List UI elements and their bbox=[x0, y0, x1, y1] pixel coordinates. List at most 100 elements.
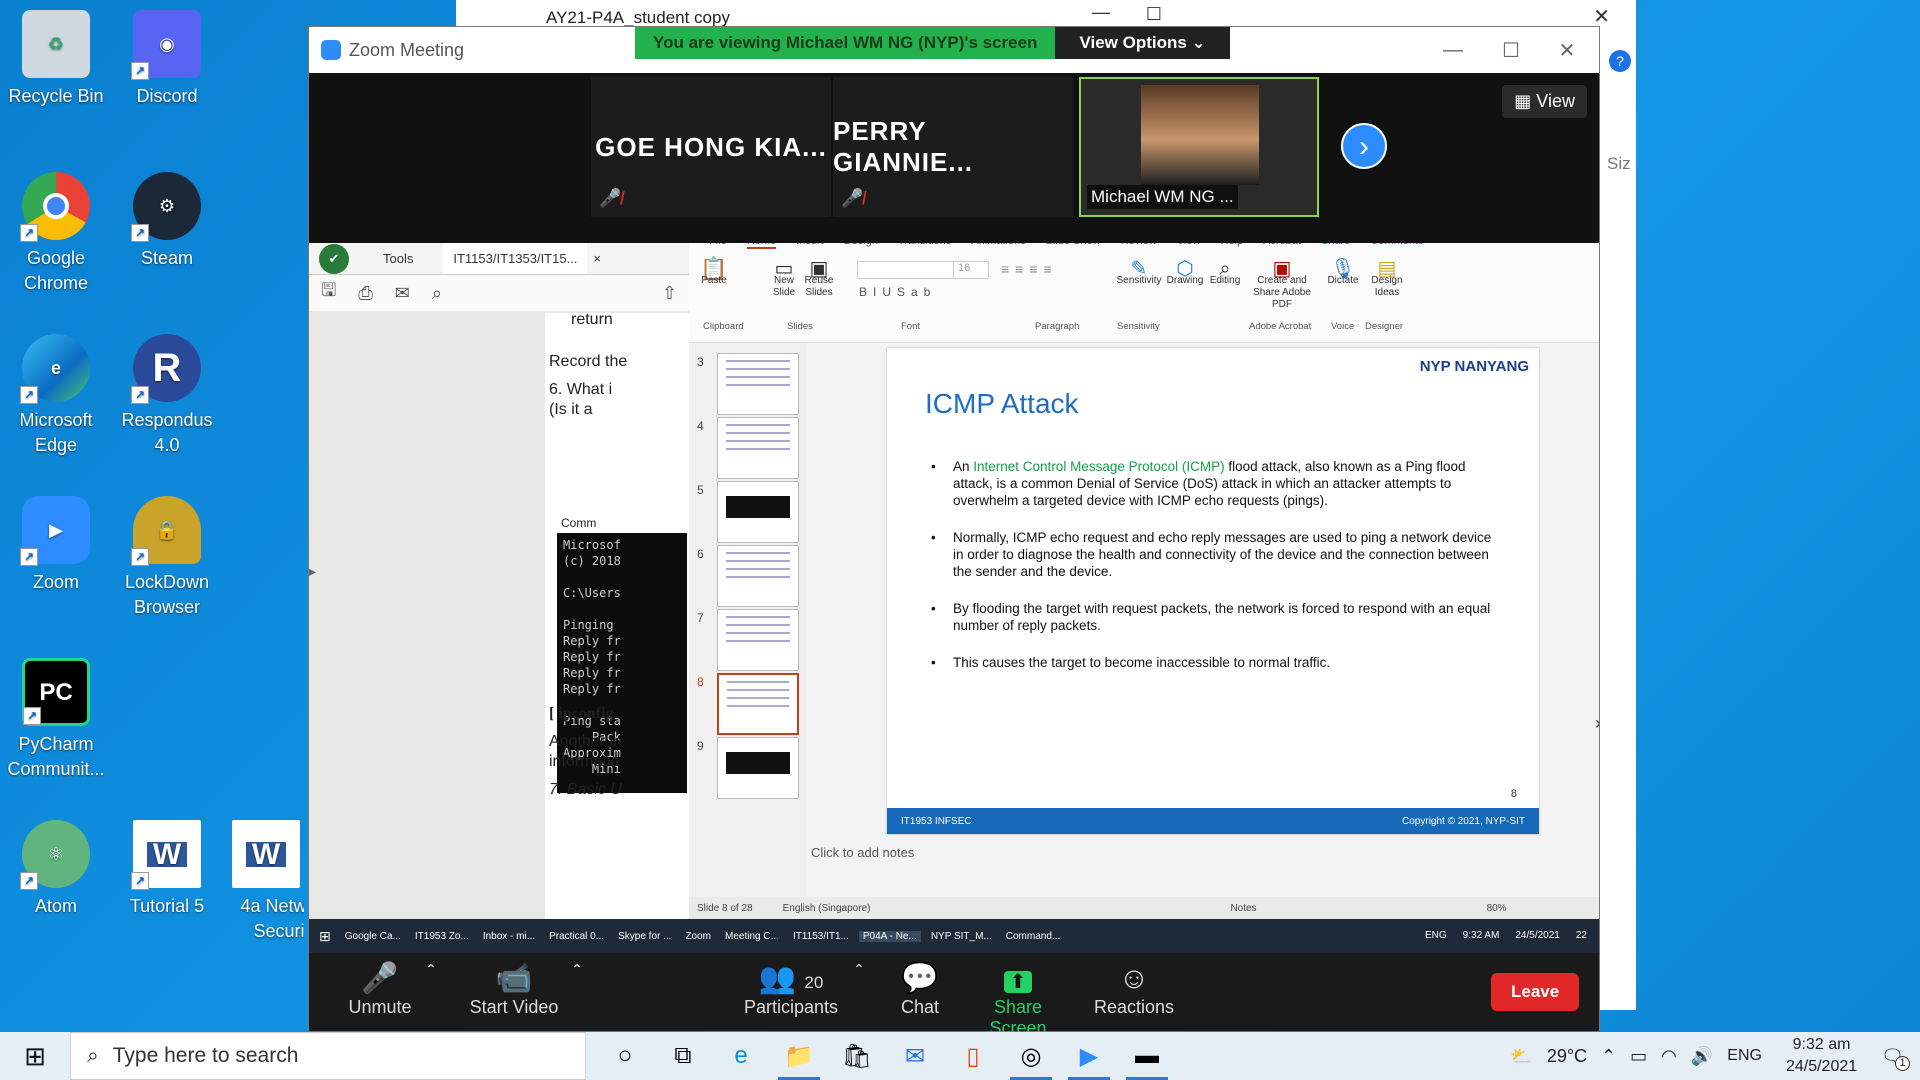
sensitivity-button[interactable]: ✎ Sensitivity bbox=[1115, 259, 1163, 287]
ribbon-tab[interactable]: Insert bbox=[796, 243, 824, 249]
desktop-icon-lockdown[interactable]: 🔒 ↗ LockDown Browser bbox=[117, 496, 217, 620]
background-minimize-icon[interactable]: — bbox=[1092, 2, 1110, 23]
chevron-up-icon[interactable]: ⌃ bbox=[1601, 1046, 1616, 1067]
slide-thumbnail[interactable] bbox=[717, 609, 799, 671]
tab-document[interactable]: IT1153/IT1353/IT15... bbox=[443, 243, 588, 274]
desktop-icon-steam[interactable]: ⚙ ↗ Steam bbox=[117, 172, 217, 271]
zoom-level[interactable]: 80% bbox=[1487, 903, 1507, 914]
task-view-icon[interactable]: ⧉ bbox=[654, 1032, 712, 1080]
paste-button[interactable]: 📋 Paste bbox=[697, 258, 731, 287]
font-size-field[interactable]: 16 bbox=[953, 261, 989, 279]
chat-button[interactable]: 💬 Chat bbox=[875, 961, 965, 1018]
next-participants-button[interactable]: › bbox=[1341, 123, 1387, 169]
upload-icon[interactable]: ⇧ bbox=[662, 283, 677, 304]
desktop-icon-atom[interactable]: ⚛ ↗ Atom bbox=[6, 820, 106, 919]
slide-bullets[interactable]: An Internet Control Message Protocol (IC… bbox=[931, 458, 1495, 691]
clock[interactable]: 9:32 am 24/5/2021 bbox=[1776, 1034, 1867, 1078]
ribbon-tab[interactable]: Acrobat bbox=[1263, 243, 1301, 249]
mail-icon[interactable]: ✉ bbox=[886, 1032, 944, 1080]
create-adobe-pdf-button[interactable]: ▣ Create and Share Adobe PDF bbox=[1245, 259, 1319, 311]
tab-close-icon[interactable]: × bbox=[587, 251, 607, 266]
notes-placeholder[interactable]: Click to add notes bbox=[811, 845, 914, 860]
slide-thumbnail[interactable] bbox=[717, 481, 799, 543]
desktop-icon-edge[interactable]: e ↗ Microsoft Edge bbox=[6, 334, 106, 458]
slide-thumbnail[interactable] bbox=[717, 673, 799, 735]
view-button[interactable]: ▦ View bbox=[1502, 85, 1587, 118]
battery-icon[interactable]: ▭ bbox=[1630, 1046, 1647, 1067]
tab-tools[interactable]: Tools bbox=[363, 251, 443, 266]
print-icon[interactable]: ⎙ bbox=[358, 283, 372, 304]
search-box[interactable]: ⌕ Type here to search bbox=[70, 1032, 586, 1080]
ribbon-tab[interactable]: File bbox=[709, 243, 727, 249]
paragraph-buttons[interactable]: ≡≡≡≡ bbox=[1001, 261, 1058, 277]
audio-options-chevron-icon[interactable]: ⌃ bbox=[421, 961, 441, 978]
cortana-icon[interactable]: ○ bbox=[596, 1032, 654, 1080]
save-icon[interactable]: 🖫 bbox=[321, 278, 336, 308]
drawing-button[interactable]: ⬡ Drawing bbox=[1165, 259, 1205, 287]
notifications-icon[interactable]: 🗨 1 bbox=[1881, 1046, 1910, 1071]
ribbon-tab[interactable]: Comments bbox=[1370, 243, 1423, 249]
desktop-icon-network-security[interactable]: W 4a Network Security bbox=[228, 820, 304, 944]
chrome-icon[interactable]: ◎ bbox=[1002, 1032, 1060, 1080]
language-indicator[interactable]: ENG bbox=[1727, 1047, 1762, 1065]
chevron-right-icon[interactable]: › bbox=[1595, 713, 1599, 734]
ribbon-tab[interactable]: Transitions bbox=[898, 243, 951, 249]
slide-thumbnail[interactable] bbox=[717, 737, 799, 799]
unmute-button[interactable]: 🎤 Unmute bbox=[335, 961, 425, 1018]
weather-temperature[interactable]: 29°C bbox=[1547, 1046, 1587, 1067]
ribbon-tab[interactable]: Review bbox=[1121, 243, 1157, 249]
design-ideas-button[interactable]: ▤ Design Ideas bbox=[1367, 259, 1407, 299]
dictate-button[interactable]: 🎙 Dictate bbox=[1323, 259, 1363, 287]
command-prompt-icon[interactable]: ▬ bbox=[1118, 1032, 1176, 1080]
editing-button[interactable]: ⌕ Editing bbox=[1205, 259, 1245, 287]
participants-button[interactable]: 👥 20 Participants bbox=[733, 961, 849, 1018]
collapse-panel-icon[interactable]: ▸ bbox=[309, 563, 316, 580]
share-screen-button[interactable]: ⬆ Share Screen bbox=[963, 961, 1073, 1039]
participant-tile[interactable]: PERRY GIANNIE... 🎤̸ bbox=[833, 77, 1073, 217]
desktop-icon-zoom[interactable]: ▶ ↗ Zoom bbox=[6, 496, 106, 595]
notes-button[interactable]: Notes bbox=[1230, 903, 1256, 914]
store-icon[interactable]: 🛍 bbox=[828, 1032, 886, 1080]
start-video-button[interactable]: 📹 Start Video bbox=[459, 961, 569, 1018]
view-options-button[interactable]: View Options ⌄ bbox=[1055, 27, 1230, 59]
slide-thumbnail[interactable] bbox=[717, 545, 799, 607]
search-icon[interactable]: ⌕ bbox=[432, 283, 442, 304]
ribbon-tab[interactable]: View bbox=[1177, 243, 1201, 249]
participant-tile[interactable]: GOE HONG KIA... 🎤̸ bbox=[591, 77, 831, 217]
desktop-icon-discord[interactable]: ◉ ↗ Discord bbox=[117, 10, 217, 109]
desktop-icon-respondus[interactable]: R ↗ Respondus 4.0 bbox=[117, 334, 217, 458]
help-icon[interactable]: ? bbox=[1609, 50, 1631, 72]
participant-tile-active-speaker[interactable]: Michael WM NG ... bbox=[1079, 77, 1319, 217]
ribbon-tab[interactable]: Design bbox=[844, 243, 878, 249]
email-icon[interactable]: ✉ bbox=[395, 283, 410, 304]
windows-start-icon[interactable]: ⊞ bbox=[0, 1032, 70, 1080]
ribbon-tab[interactable]: Share bbox=[1321, 243, 1350, 249]
ribbon-tab[interactable]: Slide Show bbox=[1046, 243, 1101, 249]
desktop-icon-chrome[interactable]: ↗ Google Chrome bbox=[6, 172, 106, 296]
zoom-icon[interactable]: ▶ bbox=[1060, 1032, 1118, 1080]
leave-button[interactable]: Leave bbox=[1491, 973, 1580, 1011]
close-icon[interactable]: ✕ bbox=[1539, 27, 1595, 73]
minimize-icon[interactable]: — bbox=[1425, 27, 1481, 73]
ribbon-tab[interactable]: Home bbox=[746, 243, 777, 249]
background-maximize-icon[interactable]: ☐ bbox=[1146, 4, 1162, 25]
ribbon-tab[interactable]: Help bbox=[1220, 243, 1243, 249]
slide-title[interactable]: ICMP Attack bbox=[925, 388, 1079, 420]
file-explorer-icon[interactable]: 📁 bbox=[770, 1032, 828, 1080]
new-slide-button[interactable]: ▭ New Slide bbox=[767, 259, 801, 299]
slide-thumbnail[interactable] bbox=[717, 417, 799, 479]
video-options-chevron-icon[interactable]: ⌃ bbox=[567, 961, 587, 978]
wifi-icon[interactable]: ◠ bbox=[1661, 1046, 1677, 1067]
font-format-buttons[interactable]: BIUSab bbox=[859, 285, 936, 299]
desktop-icon-recycle-bin[interactable]: ♻ Recycle Bin bbox=[6, 10, 106, 109]
slide-thumbnail[interactable] bbox=[717, 353, 799, 415]
office-icon[interactable]: ▯ bbox=[944, 1032, 1002, 1080]
participants-chevron-icon[interactable]: ⌃ bbox=[849, 961, 869, 978]
desktop-icon-pycharm[interactable]: PC ↗ PyCharm Communit... bbox=[6, 658, 106, 782]
volume-icon[interactable]: 🔊 bbox=[1691, 1046, 1713, 1067]
reuse-slides-button[interactable]: ▣ Reuse Slides bbox=[801, 259, 837, 299]
weather-icon[interactable]: ⛅ bbox=[1510, 1046, 1532, 1067]
desktop-icon-tutorial-5[interactable]: W ↗ Tutorial 5 bbox=[117, 820, 217, 919]
maximize-icon[interactable]: ☐ bbox=[1483, 27, 1539, 73]
reactions-button[interactable]: ☺ Reactions bbox=[1079, 961, 1189, 1018]
